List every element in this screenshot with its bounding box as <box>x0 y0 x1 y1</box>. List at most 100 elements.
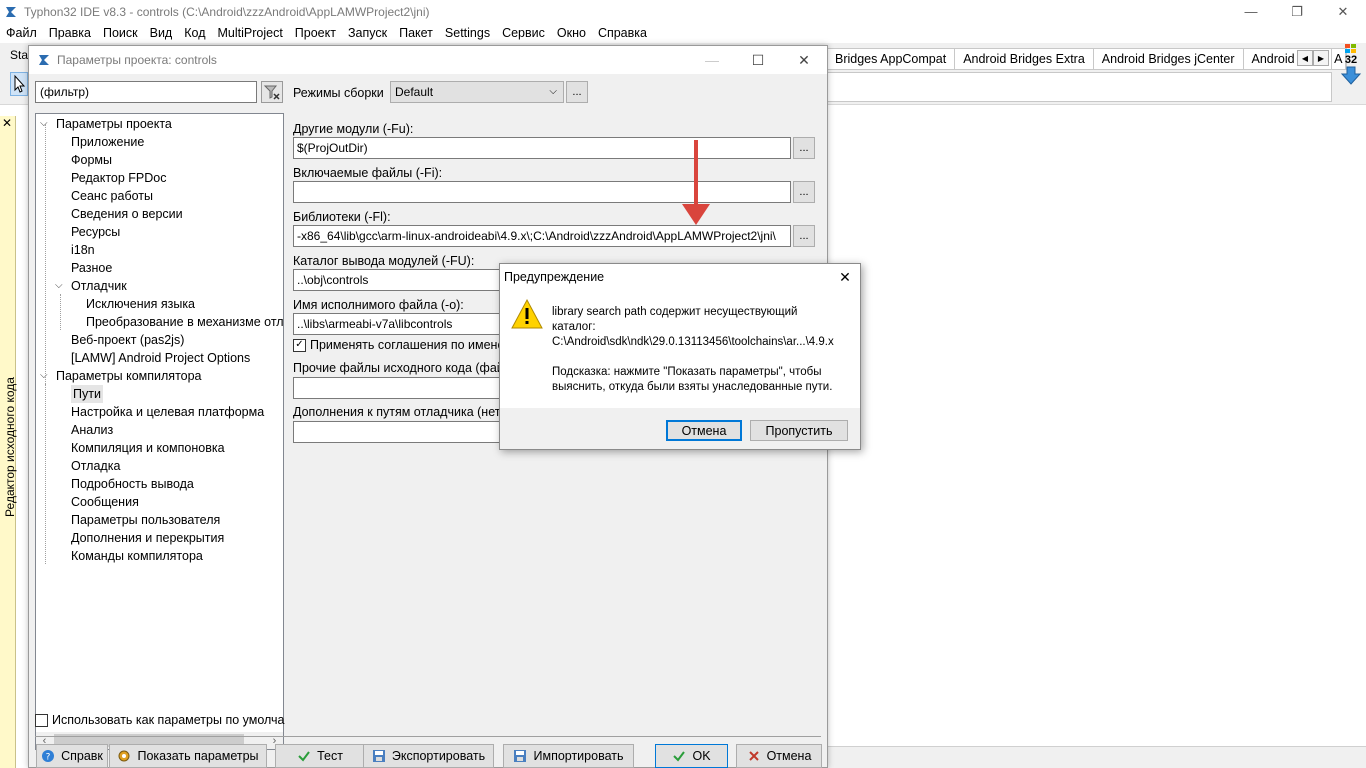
ok-button[interactable]: OK <box>655 744 728 768</box>
minimize-icon[interactable]: — <box>1228 0 1274 23</box>
menu-code[interactable]: Код <box>178 26 211 40</box>
chevron-down-icon: ⌵ <box>549 86 557 97</box>
tab-bridges-extra[interactable]: Android Bridges Extra <box>955 49 1094 69</box>
tree-item[interactable]: Сведения о версии <box>71 205 183 223</box>
tree-item[interactable]: Ресурсы <box>71 223 120 241</box>
toolbar-stub-label[interactable]: Sta <box>10 48 28 62</box>
pointer-tool-button[interactable] <box>10 72 28 96</box>
tab-bridges-jcenter[interactable]: Android Bridges jCenter <box>1094 49 1244 69</box>
dialog-window-controls: — ☐ ✕ <box>689 46 827 74</box>
tree-item[interactable]: Дополнения и перекрытия <box>71 529 224 547</box>
tree-item[interactable]: Параметры проекта <box>56 115 172 133</box>
tree-item[interactable]: Преобразование в механизме отлад <box>86 313 283 331</box>
side-close-icon[interactable]: ✕ <box>2 117 14 129</box>
warning-triangle-icon <box>511 298 543 329</box>
other-sources-field[interactable] <box>293 377 503 399</box>
tree-item[interactable]: Компиляция и компоновка <box>71 439 225 457</box>
build-mode-select[interactable]: Default ⌵ <box>390 81 564 103</box>
export-button[interactable]: Экспортировать <box>363 744 494 768</box>
menu-help[interactable]: Справка <box>592 26 653 40</box>
show-options-button[interactable]: Показать параметры <box>109 744 267 768</box>
build-modes-button[interactable]: ... <box>566 81 588 103</box>
menu-tools[interactable]: Сервис <box>496 26 551 40</box>
menu-search[interactable]: Поиск <box>97 26 144 40</box>
libraries-browse-button[interactable]: ... <box>793 225 815 247</box>
tree-item[interactable]: Редактор FPDoc <box>71 169 166 187</box>
warning-dialog: Предупреждение ✕ library search path сод… <box>499 263 861 450</box>
menu-edit[interactable]: Правка <box>43 26 97 40</box>
naming-convention-row[interactable]: ✓ Применять соглашения по имено <box>293 338 504 352</box>
clear-filter-button[interactable] <box>261 81 283 103</box>
menu-project[interactable]: Проект <box>289 26 342 40</box>
tree-item[interactable]: Разное <box>71 259 112 277</box>
test-button[interactable]: Тест <box>275 744 365 768</box>
warning-skip-button[interactable]: Пропустить <box>750 420 848 441</box>
dialog-maximize-icon[interactable]: ☐ <box>735 46 781 74</box>
dialog-close-icon[interactable]: ✕ <box>781 46 827 74</box>
tab-scroll-left-icon[interactable]: ◀ <box>1297 50 1313 66</box>
build-mode-value: Default <box>395 85 434 99</box>
use-as-default-checkbox[interactable] <box>35 713 48 727</box>
tab-scroll-right-icon[interactable]: ▶ <box>1313 50 1329 66</box>
help-button-label: Справк <box>61 749 103 763</box>
tree-item[interactable]: Команды компилятора <box>71 547 203 565</box>
tree-item[interactable]: Исключения языка <box>86 295 195 313</box>
dialog-minimize-icon[interactable]: — <box>689 46 735 74</box>
tree-item[interactable]: Настройка и целевая платформа <box>71 403 264 421</box>
tab-bridges-appcompat[interactable]: Bridges AppCompat <box>827 49 956 69</box>
dialog-separator <box>35 736 821 737</box>
libraries-field[interactable]: -x86_64\lib\gcc\arm-linux-androideabi\4.… <box>293 225 791 247</box>
tree-item[interactable]: Сообщения <box>71 493 139 511</box>
tree-item[interactable]: [LAMW] Android Project Options <box>71 349 250 367</box>
test-button-label: Тест <box>317 749 343 763</box>
build-modes-label: Режимы сборки <box>293 86 384 100</box>
import-button[interactable]: Импортировать <box>503 744 634 768</box>
include-files-field[interactable] <box>293 181 791 203</box>
svg-text:?: ? <box>46 753 51 763</box>
warning-cancel-button[interactable]: Отмена <box>666 420 742 441</box>
menu-package[interactable]: Пакет <box>393 26 439 40</box>
exe-name-label: Имя исполнимого файла (-o): <box>293 298 464 312</box>
cancel-button[interactable]: Отмена <box>736 744 822 768</box>
tree-item[interactable]: Параметры пользователя <box>71 511 220 529</box>
windows-logo-icon <box>1345 44 1356 53</box>
other-units-browse-button[interactable]: ... <box>793 137 815 159</box>
download-arrow-icon[interactable] <box>1340 66 1362 86</box>
warning-close-icon[interactable]: ✕ <box>836 268 854 286</box>
options-filter-input[interactable]: (фильтр) <box>35 81 257 103</box>
tree-item[interactable]: Отладчик <box>71 277 127 295</box>
include-files-browse-button[interactable]: ... <box>793 181 815 203</box>
dialog-titlebar: Параметры проекта: controls — ☐ ✕ <box>29 46 827 74</box>
other-sources-label: Прочие файлы исходного кода (файл <box>293 361 501 375</box>
menu-settings[interactable]: Settings <box>439 26 496 40</box>
tree-item[interactable]: Отладка <box>71 457 120 475</box>
menu-window[interactable]: Окно <box>551 26 592 40</box>
tree-item[interactable]: Формы <box>71 151 112 169</box>
help-button[interactable]: ? Справк <box>36 744 108 768</box>
debugger-paths-label: Дополнения к путям отладчика (нет): <box>293 405 509 419</box>
naming-convention-checkbox[interactable]: ✓ <box>293 338 306 352</box>
use-as-default-checkbox-row[interactable]: Использовать как параметры по умолча <box>35 713 285 727</box>
close-icon[interactable]: ✕ <box>1320 0 1366 23</box>
tree-item[interactable]: Подробность вывода <box>71 475 194 493</box>
help-icon: ? <box>42 750 55 763</box>
tree-item[interactable]: Сеанс работы <box>71 187 153 205</box>
tree-item[interactable]: Параметры компилятора <box>56 367 202 385</box>
bitness-panel: 32 <box>1338 44 1364 98</box>
menu-multiproject[interactable]: MultiProject <box>212 26 289 40</box>
unit-output-field[interactable]: ..\obj\controls <box>293 269 503 291</box>
tab-scroll-arrows: ◀ ▶ <box>1297 50 1329 66</box>
menu-file[interactable]: Файл <box>0 26 43 40</box>
tree-item[interactable]: i18n <box>71 241 95 259</box>
tree-item[interactable]: Веб-проект (pas2js) <box>71 331 184 349</box>
menu-view[interactable]: Вид <box>144 26 179 40</box>
tree-item[interactable]: Пути <box>71 385 103 403</box>
debugger-paths-field[interactable] <box>293 421 503 443</box>
other-units-field[interactable]: $(ProjOutDir) <box>293 137 791 159</box>
restore-icon[interactable]: ❐ <box>1274 0 1320 23</box>
exe-name-field[interactable]: ..\libs\armeabi-v7a\libcontrols <box>293 313 503 335</box>
menu-run[interactable]: Запуск <box>342 26 393 40</box>
tree-item[interactable]: Приложение <box>71 133 144 151</box>
tree-expand-toggle-icon[interactable]: ⌵ <box>55 277 65 295</box>
tree-item[interactable]: Анализ <box>71 421 113 439</box>
